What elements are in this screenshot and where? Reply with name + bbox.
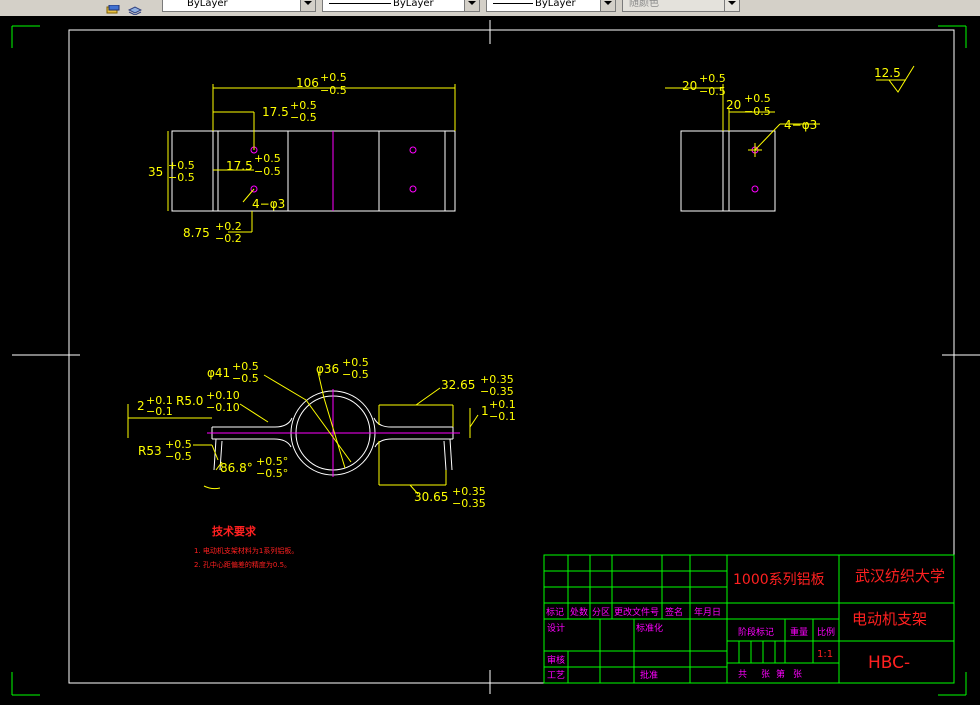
roughness-symbol: 12.5 bbox=[874, 65, 915, 93]
tech-req-title: 技术要求 bbox=[212, 525, 256, 538]
dim-thk-left-tol-lower: −0.1 bbox=[146, 405, 173, 418]
dim-edge-tol-lower: −0.2 bbox=[215, 232, 242, 245]
dim-side-b-tol-upper: +0.5 bbox=[744, 92, 771, 105]
dim-overall: 106 bbox=[296, 76, 319, 90]
dim-overall-tol-upper: +0.5 bbox=[320, 71, 347, 84]
drawing-canvas[interactable]: 106 +0.5 −0.5 17.5 +0.5 −0.5 35 +0.5 −0.… bbox=[0, 16, 980, 705]
side-view-dims: 20 +0.5 −0.5 20 +0.5 −0.5 4−φ3 bbox=[682, 72, 817, 132]
centering-marks bbox=[12, 20, 980, 694]
tb-lbl-sheet: 张 bbox=[761, 669, 770, 680]
tb-lbl-process: 工艺 bbox=[547, 670, 565, 681]
tb-scale: 1:1 bbox=[817, 649, 833, 660]
tb-drawing-no: HBC- bbox=[868, 653, 910, 673]
dim-hole-x: 17.5 bbox=[262, 105, 289, 119]
tb-hdr-doc: 更改文件号 bbox=[614, 606, 659, 618]
dim-inner-tol-lower: −0.5 bbox=[342, 368, 369, 381]
lineweight-combo-value: ByLayer bbox=[535, 0, 576, 9]
dim-r53-tol-lower: −0.5 bbox=[165, 450, 192, 463]
dim-height: 35 bbox=[148, 165, 163, 179]
tb-lbl-scale: 比例 bbox=[817, 626, 835, 638]
dim-side-b: 20 bbox=[726, 98, 741, 112]
plotstyle-combo-value: 随颜色 bbox=[629, 0, 659, 9]
dim-thk-right: 1 bbox=[481, 404, 489, 418]
dim-thk-right-tol-lower: −0.1 bbox=[489, 410, 516, 423]
roughness-value: 12.5 bbox=[874, 66, 901, 80]
tb-lbl-stage: 阶段标记 bbox=[738, 626, 774, 638]
tb-lbl-review: 审核 bbox=[547, 654, 565, 666]
tb-lbl-no: 第 bbox=[776, 668, 785, 680]
dim-side-holes: 4−φ3 bbox=[784, 118, 817, 132]
color-combo-value: ByLayer bbox=[187, 0, 228, 9]
dim-side-b-tol-lower: −0.5 bbox=[744, 105, 771, 118]
chevron-down-icon[interactable] bbox=[600, 0, 615, 11]
top-view-dims: 106 +0.5 −0.5 17.5 +0.5 −0.5 35 +0.5 −0.… bbox=[148, 71, 347, 245]
chevron-down-icon[interactable] bbox=[300, 0, 315, 11]
dim-thk-left: 2 bbox=[137, 399, 145, 413]
tb-hdr-count: 处数 bbox=[570, 606, 588, 618]
cad-drawing: 106 +0.5 −0.5 17.5 +0.5 −0.5 35 +0.5 −0.… bbox=[11, 20, 980, 696]
layer-states-icon[interactable] bbox=[106, 0, 120, 14]
dim-holes: 4−φ3 bbox=[252, 197, 285, 211]
dim-r5: R5.0 bbox=[176, 394, 203, 408]
linetype-combo[interactable]: ByLayer bbox=[322, 0, 480, 12]
tb-part-name: 电动机支架 bbox=[852, 610, 927, 628]
dim-r5-tol-lower: −0.10 bbox=[206, 401, 240, 414]
dim-hole-y: 17.5 bbox=[226, 159, 253, 173]
chevron-down-icon[interactable] bbox=[464, 0, 479, 11]
tb-lbl-sheet2: 张 bbox=[793, 669, 802, 680]
properties-toolbar: ByLayer ByLayer ByLayer 随颜色 bbox=[0, 0, 980, 17]
linetype-swatch bbox=[329, 3, 391, 4]
dim-side-a-tol-upper: +0.5 bbox=[699, 72, 726, 85]
tb-hdr-date: 年月日 bbox=[694, 606, 721, 618]
lineweight-combo[interactable]: ByLayer bbox=[486, 0, 616, 12]
tb-material: 1000系列铝板 bbox=[733, 572, 825, 588]
dim-r53: R53 bbox=[138, 444, 162, 458]
dim-flange-bottom: 30.65 bbox=[414, 490, 448, 504]
layers-icon[interactable] bbox=[127, 0, 143, 16]
dim-outer-tol-lower: −0.5 bbox=[232, 372, 259, 385]
tb-lbl-standard: 标准化 bbox=[636, 622, 663, 634]
tb-lbl-total: 共 bbox=[738, 669, 747, 680]
linetype-combo-value: ByLayer bbox=[393, 0, 434, 9]
tb-hdr-zone: 分区 bbox=[592, 607, 610, 618]
dim-hole-x-tol-lower: −0.5 bbox=[290, 111, 317, 124]
title-block-text: 1000系列铝板 武汉纺织大学 电动机支架 HBC- 1:1 标记 处数 分区 … bbox=[546, 567, 945, 681]
dim-side-a: 20 bbox=[682, 79, 697, 93]
dim-hole-y-tol-upper: +0.5 bbox=[254, 152, 281, 165]
dim-outer-dia: φ41 bbox=[207, 366, 230, 380]
chevron-down-icon[interactable] bbox=[724, 0, 739, 11]
plotstyle-combo[interactable]: 随颜色 bbox=[622, 0, 740, 12]
dim-height-tol-lower: −0.5 bbox=[168, 171, 195, 184]
dim-flange-bottom-tol-lower: −0.35 bbox=[452, 497, 486, 510]
tb-lbl-approve: 批准 bbox=[640, 669, 658, 681]
color-combo[interactable]: ByLayer bbox=[162, 0, 316, 12]
tb-lbl-weight: 重量 bbox=[790, 626, 808, 638]
dim-angle: 86.8° bbox=[220, 461, 253, 475]
dim-flange-top: 32.65 bbox=[441, 378, 475, 392]
tb-lbl-design: 设计 bbox=[547, 622, 565, 634]
dim-inner-dia: φ36 bbox=[316, 362, 339, 376]
tb-hdr-mark: 标记 bbox=[546, 606, 564, 618]
lineweight-swatch bbox=[493, 3, 533, 4]
dim-overall-tol-lower: −0.5 bbox=[320, 84, 347, 97]
dim-hole-y-tol-lower: −0.5 bbox=[254, 165, 281, 178]
trim-frame bbox=[11, 25, 967, 696]
dim-angle-tol-lower: −0.5° bbox=[256, 467, 288, 480]
tb-hdr-sign: 签名 bbox=[665, 606, 683, 618]
dim-side-a-tol-lower: −0.5 bbox=[699, 85, 726, 98]
tech-req-line2: 2. 孔中心距偏差的精度为0.5。 bbox=[194, 561, 292, 569]
tech-req-line1: 1. 电动机支架材料为1系列铝板。 bbox=[194, 547, 299, 555]
dim-flange-top-tol-lower: −0.35 bbox=[480, 385, 514, 398]
side-view bbox=[665, 84, 820, 212]
front-view bbox=[127, 371, 479, 495]
dim-edge: 8.75 bbox=[183, 226, 210, 240]
tb-school: 武汉纺织大学 bbox=[855, 567, 945, 585]
